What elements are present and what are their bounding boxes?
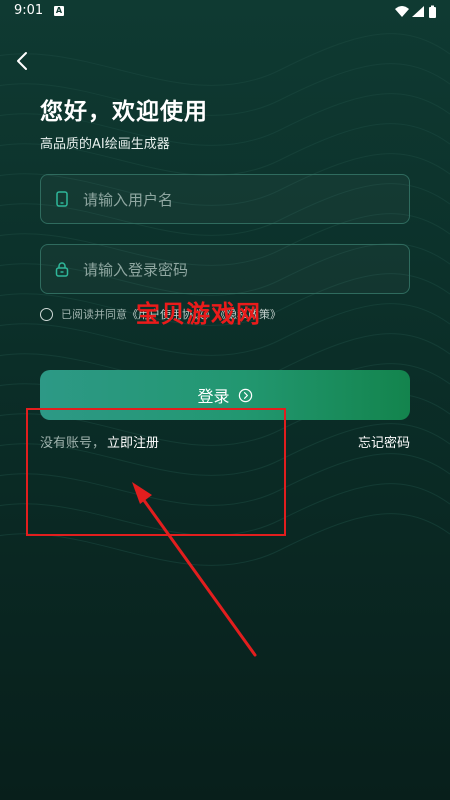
login-label: 登录 bbox=[197, 387, 230, 406]
page-subtitle: 高品质的AI绘画生成器 bbox=[40, 137, 170, 152]
signal-icon bbox=[412, 6, 424, 17]
agreement-prefix: 已阅读并同意 bbox=[61, 308, 127, 321]
circle-arrow-right-icon bbox=[238, 388, 252, 402]
wifi-icon bbox=[395, 6, 409, 17]
agreement-checkbox[interactable] bbox=[40, 307, 53, 321]
page-title: 您好，欢迎使用 bbox=[40, 99, 208, 125]
back-button[interactable] bbox=[12, 50, 34, 72]
phone-icon bbox=[56, 191, 68, 207]
watermark: 宝贝游戏网 bbox=[136, 300, 261, 328]
status-time: 9:01 bbox=[14, 3, 44, 18]
password-input[interactable] bbox=[81, 245, 395, 295]
chevron-left-icon bbox=[17, 52, 27, 70]
battery-icon bbox=[429, 5, 436, 18]
password-field[interactable] bbox=[40, 244, 410, 295]
annotation-arrow-icon bbox=[132, 482, 257, 657]
notification-icon: A bbox=[54, 6, 64, 16]
username-input[interactable] bbox=[81, 175, 395, 225]
status-bar: 9:01 A bbox=[0, 0, 450, 24]
lock-icon bbox=[55, 262, 69, 277]
forgot-password-link[interactable]: 忘记密码 bbox=[358, 432, 410, 451]
username-field[interactable] bbox=[40, 174, 410, 225]
status-icons bbox=[394, 4, 440, 23]
